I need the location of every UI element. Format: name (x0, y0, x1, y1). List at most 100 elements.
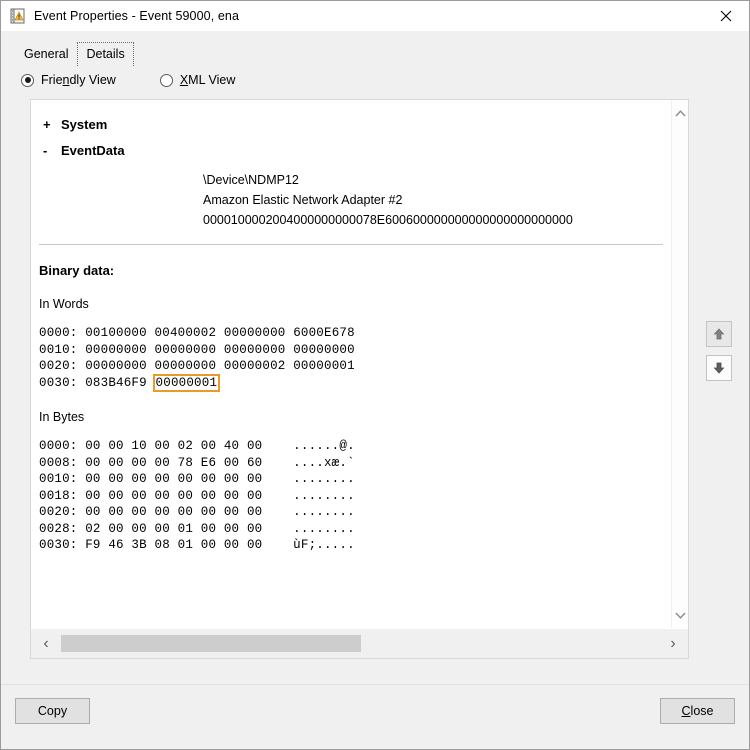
hex-ascii: ....xæ.` (293, 455, 355, 470)
window-close-button[interactable] (703, 1, 749, 31)
hex-word: 00000000 (293, 342, 355, 357)
hex-word: 00000000 (154, 359, 217, 373)
hex-word: 00000000 (223, 326, 286, 340)
event-viewer-icon (10, 8, 26, 24)
hex-bytes: 00 00 00 00 78 E6 00 60 (85, 455, 263, 470)
hex-bytes: 00 00 00 00 00 00 00 00 (85, 488, 263, 503)
hex-word: 00000000 (154, 342, 217, 357)
hex-offset: 0018: (39, 488, 86, 503)
hex-bytes: 00 00 00 00 00 00 00 00 (85, 505, 263, 519)
content-divider (39, 244, 663, 245)
tab-details[interactable]: Details (77, 42, 134, 66)
tab-general[interactable]: General (15, 42, 77, 66)
radio-friendly-view-indicator[interactable] (21, 73, 34, 87)
hex-gap (147, 376, 155, 390)
hex-ascii: ........ (293, 505, 355, 519)
radio-friendly-view-label: Friendly View (41, 73, 116, 87)
hex-word: 00000000 (85, 359, 147, 373)
hex-gap (262, 505, 293, 519)
hex-gap (216, 343, 224, 357)
hex-ascii: ùF;..... (293, 538, 355, 552)
binary-data-heading: Binary data: (39, 263, 115, 278)
hex-word: 6000E678 (293, 326, 355, 340)
radio-xml-view[interactable]: XML View (159, 73, 236, 87)
hex-offset: 0020: (39, 505, 86, 519)
hex-offset: 0008: (39, 455, 86, 470)
hex-gap (147, 359, 155, 373)
radio-xml-view-label: XML View (179, 73, 236, 87)
close-icon (720, 10, 732, 22)
title-bar: Event Properties - Event 59000, ena (1, 1, 749, 31)
hex-gap (262, 522, 293, 536)
hex-gap (262, 439, 293, 453)
hex-offset: 0020: (39, 359, 86, 373)
in-words-row: 0010: 00000000 00000000 00000000 0000000… (39, 342, 671, 359)
chevron-down-icon[interactable] (672, 607, 689, 623)
close-button[interactable]: Close (660, 698, 735, 724)
in-bytes-row: 0000: 00 00 10 00 02 00 40 00 ......@. (39, 438, 671, 455)
next-event-button[interactable] (706, 355, 732, 381)
in-bytes-row: 0010: 00 00 00 00 00 00 00 00 ........ (39, 471, 671, 488)
hex-gap (262, 538, 293, 552)
hex-offset: 0000: (39, 439, 86, 453)
tree-node-system[interactable]: + System (31, 117, 671, 132)
eventdata-value-adapter: Amazon Elastic Network Adapter #2 (203, 193, 403, 207)
main-area: + System - EventData \Device\NDMP12 Amaz… (1, 93, 749, 684)
chevron-right-icon[interactable]: › (658, 635, 688, 652)
hex-bytes: F9 46 3B 08 01 00 00 00 (85, 538, 263, 552)
in-words-row: 0000: 00100000 00400002 00000000 6000E67… (39, 325, 671, 342)
in-bytes-hex-block: 0000: 00 00 10 00 02 00 40 00 ......@. 00… (31, 438, 671, 554)
previous-event-button[interactable] (706, 321, 732, 347)
hex-ascii: ........ (293, 472, 355, 486)
hex-gap (147, 343, 155, 357)
details-panel: + System - EventData \Device\NDMP12 Amaz… (30, 99, 689, 659)
expand-toggle-system[interactable]: + (43, 117, 61, 132)
in-words-row: 0020: 00000000 00000000 00000002 0000000… (39, 358, 671, 375)
collapse-toggle-eventdata[interactable]: - (43, 143, 61, 158)
hex-word: 00000000 (85, 342, 147, 357)
hex-word: 083B46F9 (85, 375, 147, 390)
hex-ascii: ........ (293, 488, 355, 503)
hex-bytes: 00 00 10 00 02 00 40 00 (85, 439, 263, 453)
hex-offset: 0028: (39, 521, 86, 536)
event-properties-dialog: Event Properties - Event 59000, ena Gene… (0, 0, 750, 750)
hex-ascii: ......@. (293, 439, 355, 453)
vertical-scrollbar[interactable] (671, 100, 688, 628)
horizontal-scrollbar-thumb[interactable] (61, 635, 361, 652)
in-bytes-row: 0028: 02 00 00 00 01 00 00 00 ........ (39, 521, 671, 538)
eventdata-value-device: \Device\NDMP12 (203, 173, 299, 187)
in-bytes-row: 0030: F9 46 3B 08 01 00 00 00 ùF;..... (39, 537, 671, 554)
details-panel-body: + System - EventData \Device\NDMP12 Amaz… (31, 100, 688, 628)
tree-node-eventdata[interactable]: - EventData (31, 143, 671, 158)
horizontal-scrollbar[interactable]: ‹ › (31, 628, 688, 658)
copy-button[interactable]: Copy (15, 698, 90, 724)
hex-gap (216, 359, 224, 373)
event-navigation-buttons (689, 99, 749, 684)
highlighted-hex-word: 00000001 (152, 373, 221, 392)
in-words-hex-block: 0000: 00100000 00400002 00000000 6000E67… (31, 325, 671, 392)
horizontal-scrollbar-track[interactable] (61, 635, 658, 652)
hex-gap (216, 326, 224, 340)
in-words-row: 0030: 083B46F9 00000001 (39, 373, 671, 392)
hex-word: 00000001 (293, 359, 355, 373)
hex-word: 00000002 (223, 359, 286, 373)
hex-gap (262, 472, 293, 486)
chevron-up-icon[interactable] (672, 105, 689, 121)
hex-gap (262, 456, 293, 470)
in-bytes-row: 0020: 00 00 00 00 00 00 00 00 ........ (39, 504, 671, 521)
hex-word: 00000000 (223, 342, 286, 357)
in-bytes-row: 0018: 00 00 00 00 00 00 00 00 ........ (39, 488, 671, 505)
details-content: + System - EventData \Device\NDMP12 Amaz… (31, 100, 671, 628)
tree-node-system-label: System (61, 117, 108, 132)
eventdata-value-hex: 0000100002004000000000078E60060000000000… (203, 213, 573, 227)
chevron-left-icon[interactable]: ‹ (31, 635, 61, 652)
hex-ascii: ........ (293, 521, 355, 536)
hex-offset: 0000: (39, 326, 86, 340)
radio-xml-view-indicator[interactable] (159, 73, 173, 87)
hex-offset: 0030: (39, 538, 86, 552)
hex-gap (147, 326, 155, 340)
dialog-footer: Copy Close (1, 684, 749, 749)
window-title: Event Properties - Event 59000, ena (34, 9, 240, 23)
in-bytes-row: 0008: 00 00 00 00 78 E6 00 60 ....xæ.` (39, 455, 671, 472)
radio-friendly-view[interactable]: Friendly View (21, 73, 116, 87)
